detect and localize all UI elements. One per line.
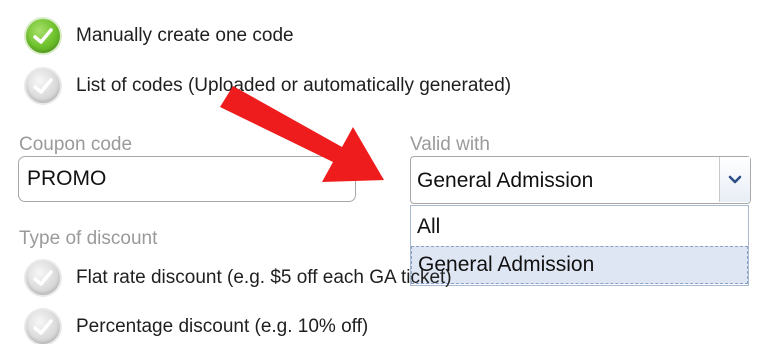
radio-manual-code[interactable]: Manually create one code bbox=[26, 19, 294, 53]
coupon-code-input[interactable] bbox=[18, 156, 356, 202]
radio-unchecked-button[interactable] bbox=[26, 310, 60, 344]
radio-manual-label: Manually create one code bbox=[76, 25, 294, 46]
radio-list-codes[interactable]: List of codes (Uploaded or automatically… bbox=[26, 69, 511, 103]
radio-percentage-label: Percentage discount (e.g. 10% off) bbox=[76, 316, 369, 337]
checkmark-icon bbox=[33, 270, 53, 286]
valid-with-dropdown: All General Admission bbox=[410, 205, 749, 286]
radio-flat-rate[interactable]: Flat rate discount (e.g. $5 off each GA … bbox=[26, 261, 452, 295]
valid-with-selected-value: General Admission bbox=[417, 169, 594, 192]
checkmark-icon bbox=[33, 28, 53, 44]
checkmark-icon bbox=[33, 78, 53, 94]
radio-flat-rate-label: Flat rate discount (e.g. $5 off each GA … bbox=[76, 267, 452, 288]
radio-unchecked-button[interactable] bbox=[26, 261, 60, 295]
radio-unchecked-button[interactable] bbox=[26, 69, 60, 103]
select-arrow-button[interactable] bbox=[719, 157, 750, 202]
checkmark-icon bbox=[33, 319, 53, 335]
valid-with-label: Valid with bbox=[410, 134, 490, 155]
radio-list-label: List of codes (Uploaded or automatically… bbox=[76, 75, 512, 96]
radio-checked-button[interactable] bbox=[26, 19, 60, 53]
radio-percentage[interactable]: Percentage discount (e.g. 10% off) bbox=[26, 310, 368, 344]
chevron-down-icon bbox=[728, 175, 742, 183]
dropdown-option-general-admission[interactable]: General Admission bbox=[411, 246, 748, 284]
valid-with-select[interactable]: General Admission bbox=[410, 156, 751, 204]
discount-type-label: Type of discount bbox=[19, 228, 158, 249]
coupon-code-label: Coupon code bbox=[19, 134, 133, 155]
dropdown-option-all[interactable]: All bbox=[411, 208, 748, 246]
